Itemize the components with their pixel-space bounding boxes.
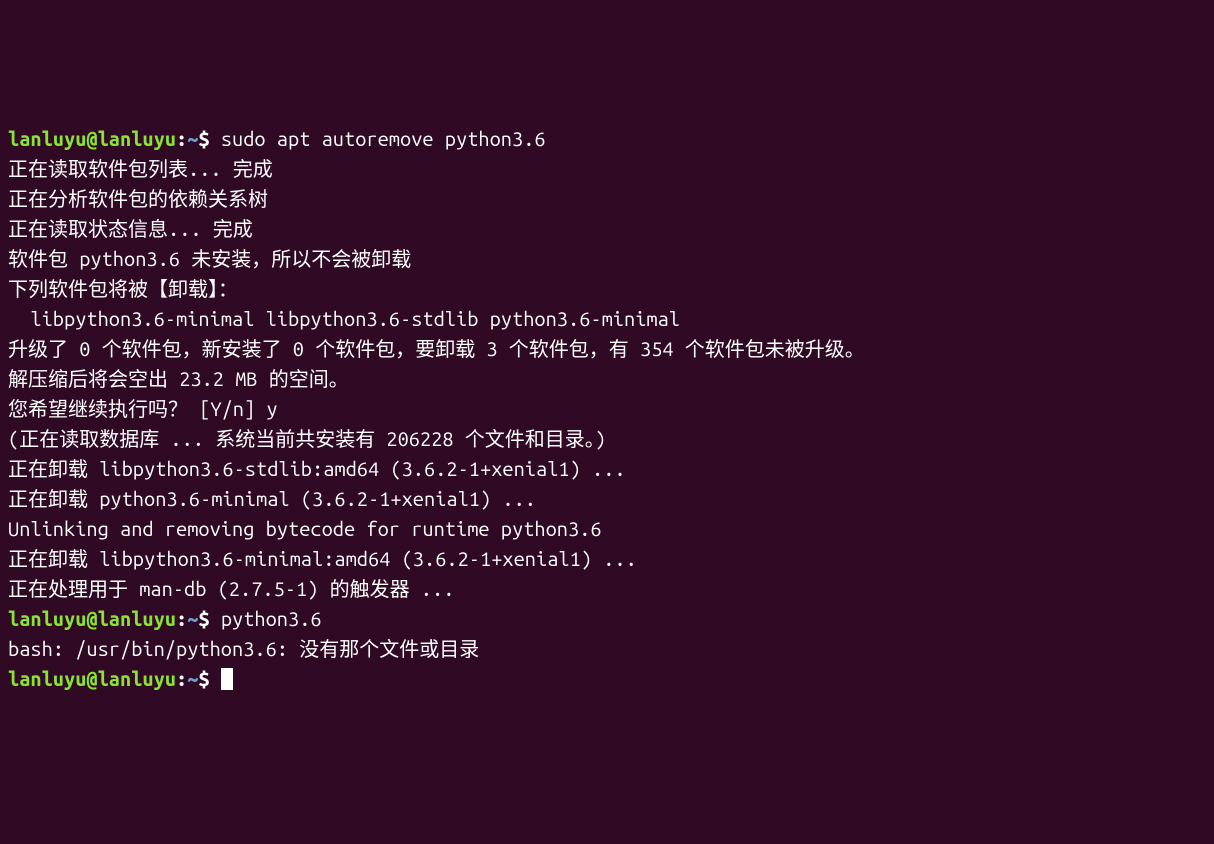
prompt-path: ~ [187,607,198,630]
terminal-output[interactable]: lanluyu@lanluyu:~$ sudo apt autoremove p… [8,124,1206,694]
prompt-colon: : [176,667,187,690]
output-line: 正在卸载 python3.6-minimal (3.6.2-1+xenial1)… [8,484,1206,514]
output-line: bash: /usr/bin/python3.6: 没有那个文件或目录 [8,634,1206,664]
prompt-path: ~ [187,127,198,150]
prompt-user-host: lanluyu@lanluyu [8,127,176,150]
output-line: 解压缩后将会空出 23.2 MB 的空间。 [8,364,1206,394]
command-2: python3.6 [221,607,322,630]
prompt-dollar: $ [198,667,220,690]
output-line: 正在读取状态信息... 完成 [8,214,1206,244]
output-line: libpython3.6-minimal libpython3.6-stdlib… [8,304,1206,334]
output-line: 正在读取软件包列表... 完成 [8,154,1206,184]
output-line: 下列软件包将被【卸载】： [8,274,1206,304]
prompt-line-2: lanluyu@lanluyu:~$ python3.6 [8,604,1206,634]
prompt-line-3: lanluyu@lanluyu:~$ [8,664,1206,694]
prompt-user-host: lanluyu@lanluyu [8,607,176,630]
output-line: 正在卸载 libpython3.6-minimal:amd64 (3.6.2-1… [8,544,1206,574]
output-line: (正在读取数据库 ... 系统当前共安装有 206228 个文件和目录。) [8,424,1206,454]
prompt-user-host: lanluyu@lanluyu [8,667,176,690]
cursor [221,668,233,690]
prompt-colon: : [176,607,187,630]
output-line: Unlinking and removing bytecode for runt… [8,514,1206,544]
prompt-dollar: $ [198,607,220,630]
output-line: 升级了 0 个软件包，新安装了 0 个软件包，要卸载 3 个软件包，有 354 … [8,334,1206,364]
prompt-path: ~ [187,667,198,690]
output-line: 正在卸载 libpython3.6-stdlib:amd64 (3.6.2-1+… [8,454,1206,484]
command-1: sudo apt autoremove python3.6 [221,127,546,150]
prompt-dollar: $ [198,127,220,150]
prompt-colon: : [176,127,187,150]
output-line: 您希望继续执行吗？ [Y/n] y [8,394,1206,424]
output-line: 软件包 python3.6 未安装，所以不会被卸载 [8,244,1206,274]
output-line: 正在分析软件包的依赖关系树 [8,184,1206,214]
prompt-line-1: lanluyu@lanluyu:~$ sudo apt autoremove p… [8,124,1206,154]
